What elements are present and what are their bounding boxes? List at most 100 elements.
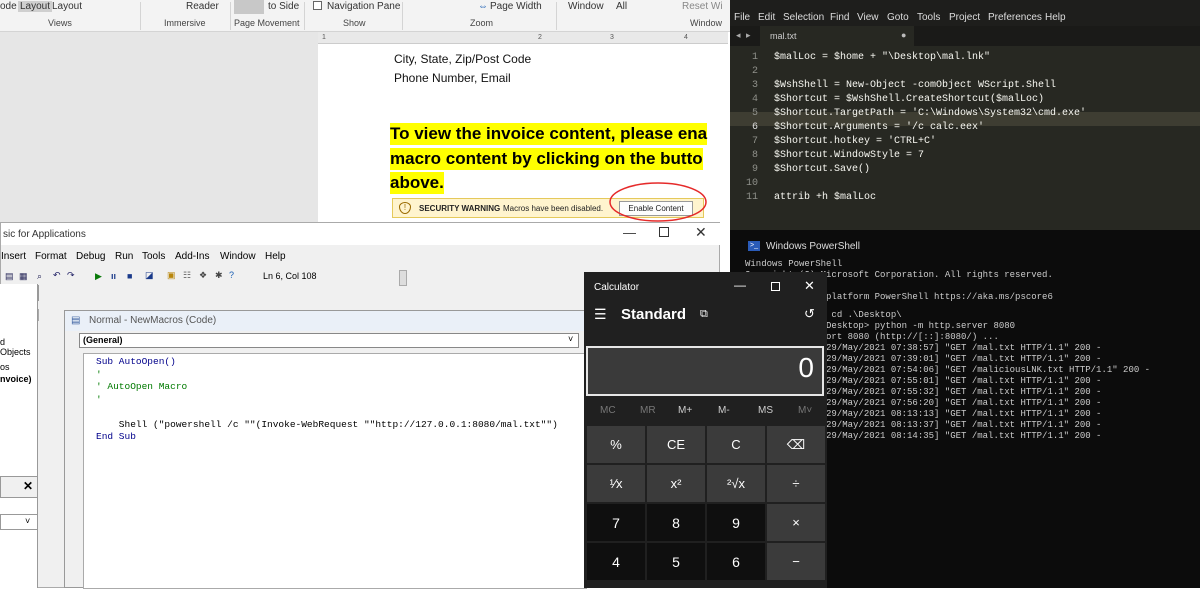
ribbon-arrange-all[interactable]: All	[616, 1, 627, 12]
toolbar-paste-icon[interactable]: ▦	[19, 271, 28, 282]
unsaved-dot-icon[interactable]: ●	[901, 30, 906, 40]
ribbon-reset-window[interactable]: Reset Wi	[682, 1, 723, 12]
clear-entry-button[interactable]: CE	[647, 426, 705, 463]
percent-button[interactable]: %	[587, 426, 645, 463]
menu-file[interactable]: File	[734, 12, 750, 23]
code-line: $Shortcut.TargetPath = 'C:\Windows\Syste…	[774, 108, 1087, 119]
close-button[interactable]: ✕	[695, 224, 707, 241]
multiply-button[interactable]: ×	[767, 504, 825, 541]
close-button[interactable]: ✕	[804, 278, 815, 294]
ribbon-read-mode[interactable]: ode	[0, 1, 17, 12]
maximize-button[interactable]	[771, 282, 780, 291]
ribbon-navigation-pane[interactable]: Navigation Pane	[327, 1, 400, 12]
line-number: 7	[751, 136, 758, 147]
clear-button[interactable]: C	[707, 426, 765, 463]
ribbon-page-width[interactable]: Page Width	[490, 1, 542, 12]
help-icon[interactable]: ?	[229, 270, 234, 280]
ruler-mark: 2	[538, 34, 542, 41]
digit-7-button[interactable]: 7	[587, 504, 645, 541]
side-to-side-icon[interactable]	[234, 0, 264, 14]
memory-subtract-button[interactable]: M-	[718, 405, 730, 416]
subtract-button[interactable]: −	[767, 543, 825, 580]
minimize-button[interactable]: —	[734, 278, 746, 292]
run-icon[interactable]: ▶	[95, 271, 102, 282]
navigation-pane-checkbox[interactable]	[313, 1, 322, 10]
backspace-button[interactable]: ⌫	[767, 426, 825, 463]
tab-nav-left-icon[interactable]: ◂	[736, 30, 741, 41]
break-icon[interactable]: ıı	[111, 271, 116, 281]
close-properties-pane-icon[interactable]: ✕	[23, 479, 33, 493]
reset-icon[interactable]: ■	[127, 271, 132, 281]
menu-preferences[interactable]: Preferences	[988, 12, 1042, 23]
object-browser-icon[interactable]: ❖	[199, 270, 207, 281]
menu-project[interactable]: Project	[949, 12, 980, 23]
properties-object-dropdown[interactable]: ˅	[0, 514, 38, 530]
memory-clear-button[interactable]: MC	[600, 405, 616, 416]
project-explorer-icon[interactable]: ▣	[167, 270, 176, 281]
divide-button[interactable]: ÷	[767, 465, 825, 502]
hamburger-menu-icon[interactable]: ☰	[594, 306, 607, 323]
keep-on-top-icon[interactable]: ⧉	[700, 308, 708, 321]
line-number: 4	[751, 94, 758, 105]
page-width-icon: ⇔	[478, 1, 488, 12]
menu-selection[interactable]: Selection	[783, 12, 824, 23]
minimize-button[interactable]: —	[623, 225, 636, 240]
toolbar-overflow-handle[interactable]	[399, 270, 407, 286]
history-icon[interactable]: ↺	[804, 306, 815, 322]
properties-icon[interactable]: ☷	[183, 270, 191, 281]
code-line: Shell ("powershell /c ""(Invoke-WebReque…	[96, 418, 558, 430]
memory-add-button[interactable]: M+	[678, 405, 692, 416]
memory-store-button[interactable]: MS	[758, 405, 773, 416]
digit-6-button[interactable]: 6	[707, 543, 765, 580]
digit-8-button[interactable]: 8	[647, 504, 705, 541]
redo-icon[interactable]: ↷	[67, 270, 75, 281]
menu-help[interactable]: Help	[265, 251, 286, 262]
menu-edit[interactable]: Edit	[758, 12, 775, 23]
project-tree-item[interactable]: d Objects	[0, 337, 37, 357]
digit-4-button[interactable]: 4	[587, 543, 645, 580]
menu-goto[interactable]: Goto	[887, 12, 909, 23]
tab-mal-txt[interactable]: mal.txt ●	[760, 26, 914, 46]
ribbon-web-layout[interactable]: Layout	[52, 1, 82, 12]
toolbar-find-icon[interactable]: ⌕	[37, 271, 42, 282]
digit-5-button[interactable]: 5	[647, 543, 705, 580]
menu-find[interactable]: Find	[830, 12, 849, 23]
undo-icon[interactable]: ↶	[53, 270, 61, 281]
ribbon-new-window[interactable]: Window	[568, 1, 604, 12]
menu-tools[interactable]: Tools	[917, 12, 940, 23]
code-editor-area[interactable]: Sub AutoOpen() ' ' AutoOpen Macro ' Shel…	[83, 353, 587, 589]
ribbon-immersive-reader[interactable]: Reader	[186, 1, 219, 12]
design-mode-icon[interactable]: ◪	[145, 270, 154, 281]
menu-format[interactable]: Format	[35, 251, 67, 262]
square-button[interactable]: x²	[647, 465, 705, 502]
menu-insert[interactable]: Insert	[1, 251, 26, 262]
line-number: 10	[745, 178, 758, 189]
menu-add-ins[interactable]: Add-Ins	[175, 251, 209, 262]
procedure-object-dropdown[interactable]: (General) ˅	[79, 333, 579, 348]
line-number: 2	[751, 66, 758, 77]
square-root-button[interactable]: ²√x	[707, 465, 765, 502]
memory-list-button[interactable]: M˅	[798, 405, 812, 416]
project-tree-item[interactable]: os	[0, 362, 10, 372]
ruler-mark: 1	[322, 34, 326, 41]
toolbox-icon[interactable]: ✱	[215, 270, 223, 281]
calculator-display: 0	[586, 346, 824, 396]
ribbon-separator	[402, 2, 403, 30]
digit-9-button[interactable]: 9	[707, 504, 765, 541]
maximize-button[interactable]	[659, 227, 669, 237]
tab-nav-right-icon[interactable]: ▸	[746, 30, 751, 41]
ribbon-print-layout[interactable]: Layout	[18, 1, 53, 12]
reciprocal-button[interactable]: ¹⁄x	[587, 465, 645, 502]
menu-run[interactable]: Run	[115, 251, 133, 262]
memory-recall-button[interactable]: MR	[640, 405, 656, 416]
menu-window[interactable]: Window	[220, 251, 256, 262]
toolbar-copy-icon[interactable]: ▤	[5, 271, 14, 282]
ribbon-side-to-side[interactable]: to Side	[268, 1, 299, 12]
menu-help[interactable]: Help	[1045, 12, 1066, 23]
menu-view[interactable]: View	[857, 12, 879, 23]
line-number: 6	[751, 122, 758, 133]
menu-tools[interactable]: Tools	[142, 251, 165, 262]
project-tree-item[interactable]: nvoice)	[0, 374, 32, 384]
menu-debug[interactable]: Debug	[76, 251, 105, 262]
